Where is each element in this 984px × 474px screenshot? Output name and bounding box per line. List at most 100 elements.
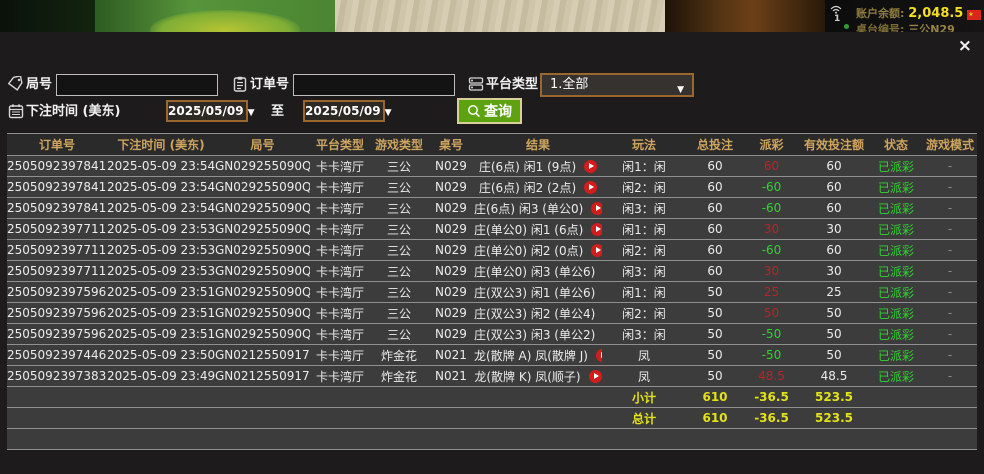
cell-payout: -60 — [744, 239, 799, 261]
cell-platform: 卡卡湾厅 — [310, 344, 370, 366]
cell-total-bet: 60 — [686, 176, 744, 198]
replay-play-icon[interactable] — [591, 243, 602, 257]
close-icon[interactable]: × — [958, 38, 972, 55]
table-row: 2505092397383592025-05-09 23:49:37GN0212… — [7, 365, 977, 387]
cell-game-type: 炸金花 — [370, 344, 428, 366]
cell-play: 闲2：闲 — [602, 239, 686, 261]
cell-platform: 卡卡湾厅 — [310, 218, 370, 240]
column-header: 平台类型 — [310, 133, 370, 156]
table-row: 2505092397596892025-05-09 23:51:54GN0292… — [7, 302, 977, 324]
table-row: 2505092397596882025-05-09 23:51:54GN0292… — [7, 323, 977, 345]
column-header: 总投注 — [686, 133, 744, 156]
cell-game-type: 炸金花 — [370, 365, 428, 387]
table-row: 2505092397446152025-05-09 23:50:19GN0212… — [7, 344, 977, 366]
cell-status: 已派彩 — [869, 323, 923, 345]
replay-play-icon[interactable] — [595, 348, 602, 362]
summary-label: 总计 — [602, 407, 686, 429]
cell-mode: - — [923, 239, 977, 261]
wood-pillar — [665, 0, 825, 32]
cell-bet-time: 2025-05-09 23:49:37 — [107, 365, 215, 387]
result-text: 庄(单公0) 闲1 (6点) — [474, 222, 584, 237]
betting-history-screen: 1 账户余额: 2,048.5 ★ 桌台编号: 三公N29 × 局号 订单号 平… — [0, 0, 984, 474]
replay-play-icon[interactable] — [584, 159, 598, 173]
cell-bet-time: 2025-05-09 23:53:11 — [107, 260, 215, 282]
cell-play: 闲1：闲 — [602, 281, 686, 303]
cell-game-type: 三公 — [370, 260, 428, 282]
order-input[interactable] — [293, 74, 455, 96]
cell-status: 已派彩 — [869, 176, 923, 198]
cell-result: 龙(散牌 A) 凤(散牌 J) — [474, 344, 602, 366]
cell-result: 龙(散牌 K) 凤(顺子) — [474, 365, 602, 387]
cell-total-bet: 50 — [686, 323, 744, 345]
search-button[interactable]: 查询 — [457, 98, 522, 124]
platform-select[interactable]: 1.全部 ▼ — [540, 73, 694, 97]
cell-game-type: 三公 — [370, 218, 428, 240]
cell-table-no: N029 — [428, 218, 474, 240]
cell-payout: 30 — [744, 260, 799, 282]
result-text: 庄(双公3) 闲1 (单公6) — [474, 285, 596, 300]
cell-table-no: N029 — [428, 281, 474, 303]
summary-empty-cell — [869, 407, 977, 429]
cell-game-type: 三公 — [370, 281, 428, 303]
round-input[interactable] — [56, 74, 218, 96]
column-header: 结果 — [474, 133, 602, 156]
table-row: 2505092397841212025-05-09 23:54:37GN0292… — [7, 155, 977, 177]
cell-total-bet: 50 — [686, 302, 744, 324]
account-hud: 1 账户余额: 2,048.5 ★ 桌台编号: 三公N29 — [828, 2, 984, 32]
cell-game-type: 三公 — [370, 302, 428, 324]
cell-valid-bet: 25 — [799, 281, 869, 303]
cell-table-no: N029 — [428, 197, 474, 219]
cell-order-id: 250509239744615 — [7, 344, 107, 366]
cell-order-id: 250509239771169 — [7, 239, 107, 261]
cell-play: 闲1：闲 — [602, 155, 686, 177]
seat-number: 1 — [834, 14, 841, 24]
cell-order-id: 250509239784121 — [7, 155, 107, 177]
date-to-picker[interactable]: 2025/05/09 ▼ — [303, 100, 391, 122]
balance-line: 账户余额: 2,048.5 ★ — [856, 5, 982, 21]
result-text: 庄(6点) 闲1 (9点) — [478, 159, 577, 174]
cell-total-bet: 60 — [686, 218, 744, 240]
scene-shadow — [0, 0, 95, 32]
cell-mode: - — [923, 281, 977, 303]
empty-cell — [7, 428, 977, 450]
cell-order-id: 250509239771168 — [7, 260, 107, 282]
result-text: 庄(双公3) 闲3 (单公2) — [474, 327, 596, 342]
table-row: 2505092397841202025-05-09 23:54:37GN0292… — [7, 176, 977, 198]
cell-total-bet: 50 — [686, 365, 744, 387]
date-from-picker[interactable]: 2025/05/09 ▼ — [166, 100, 254, 122]
replay-play-icon[interactable] — [588, 369, 602, 383]
scene-wall — [335, 0, 665, 32]
cell-result: 庄(双公3) 闲2 (单公4) — [474, 302, 602, 324]
replay-play-icon[interactable] — [591, 222, 602, 236]
result-text: 庄(6点) 闲2 (2点) — [478, 180, 577, 195]
round-filter-label: 局号 — [26, 77, 53, 92]
cell-status: 已派彩 — [869, 281, 923, 303]
cell-platform: 卡卡湾厅 — [310, 365, 370, 387]
cell-order-id: 250509239771170 — [7, 218, 107, 240]
column-header: 派彩 — [744, 133, 799, 156]
cell-table-no: N029 — [428, 323, 474, 345]
cell-valid-bet: 50 — [799, 323, 869, 345]
cell-game-type: 三公 — [370, 176, 428, 198]
result-text: 庄(单公0) 闲3 (单公6) — [474, 264, 596, 279]
cell-order-id: 250509239738359 — [7, 365, 107, 387]
cell-status: 已派彩 — [869, 365, 923, 387]
replay-play-icon[interactable] — [584, 180, 598, 194]
cell-result: 庄(6点) 闲1 (9点) — [474, 155, 602, 177]
cell-platform: 卡卡湾厅 — [310, 197, 370, 219]
order-filter-label: 订单号 — [250, 77, 290, 92]
cell-platform: 卡卡湾厅 — [310, 302, 370, 324]
platform-filter-label: 平台类型 — [486, 77, 539, 92]
cell-play: 闲3：闲 — [602, 260, 686, 282]
column-header: 订单号 — [7, 133, 107, 156]
replay-play-icon[interactable] — [591, 201, 602, 215]
column-header: 游戏模式 — [923, 133, 977, 156]
cell-total-bet: 60 — [686, 239, 744, 261]
table-header-row: 订单号 下注时间 (美东) 局号 平台类型 游戏类型 桌号 结果 玩法 总投注 派彩 有效投注额 状态… — [7, 133, 977, 156]
cell-game-type: 三公 — [370, 197, 428, 219]
cell-table-no: N029 — [428, 176, 474, 198]
cell-table-no: N029 — [428, 239, 474, 261]
cell-bet-time: 2025-05-09 23:51:54 — [107, 281, 215, 303]
column-header: 玩法 — [602, 133, 686, 156]
cell-result: 庄(6点) 闲3 (单公0) — [474, 197, 602, 219]
